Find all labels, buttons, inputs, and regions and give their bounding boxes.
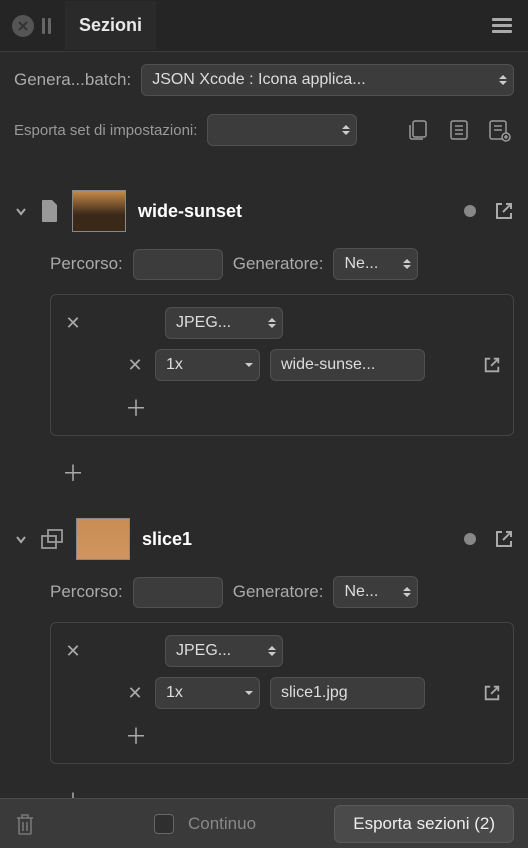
filename-input[interactable]: [270, 677, 425, 709]
format-select[interactable]: JPEG...: [165, 307, 283, 339]
settings-preset-2-icon[interactable]: [444, 115, 474, 145]
tab-sections[interactable]: Sezioni: [65, 1, 156, 50]
scale-value: 1x: [166, 684, 183, 702]
generator-value: Ne...: [344, 583, 378, 601]
path-label: Percorso:: [50, 254, 123, 274]
filename-input[interactable]: [270, 349, 425, 381]
slice-title: wide-sunset: [138, 201, 242, 222]
batch-label: Genera...batch:: [14, 70, 131, 90]
settings-preset-add-icon[interactable]: [484, 115, 514, 145]
status-dot-icon: [464, 205, 476, 217]
export-settings-label: Esporta set di impostazioni:: [14, 122, 197, 139]
format-value: JPEG...: [176, 314, 231, 332]
remove-format-button[interactable]: ✕: [63, 313, 83, 334]
export-settings-select[interactable]: [207, 114, 357, 146]
close-button[interactable]: [12, 15, 34, 37]
generator-label: Generatore:: [233, 582, 324, 602]
settings-preset-1-icon[interactable]: [404, 115, 434, 145]
external-link-icon[interactable]: [483, 356, 501, 374]
slice-thumbnail[interactable]: [72, 190, 126, 232]
external-link-icon[interactable]: [483, 684, 501, 702]
remove-scale-button[interactable]: ✕: [125, 355, 145, 376]
path-input[interactable]: [133, 249, 223, 280]
generator-label: Generatore:: [233, 254, 324, 274]
scale-select[interactable]: 1x: [155, 349, 260, 381]
chevron-updown-icon: [403, 259, 411, 269]
pause-icon: [42, 18, 51, 34]
chevron-updown-icon: [342, 125, 350, 135]
chevron-updown-icon: [268, 318, 276, 328]
trash-icon[interactable]: [14, 812, 36, 836]
remove-format-button[interactable]: ✕: [63, 641, 83, 662]
path-label: Percorso:: [50, 582, 123, 602]
generator-select[interactable]: Ne...: [333, 248, 418, 280]
chevron-down-icon: [245, 691, 253, 695]
external-link-icon[interactable]: [494, 201, 514, 221]
chevron-updown-icon: [499, 75, 507, 85]
batch-generator-select[interactable]: JSON Xcode : Icona applica...: [141, 64, 514, 96]
generator-value: Ne...: [344, 255, 378, 273]
stack-icon: [40, 528, 64, 550]
disclosure-toggle[interactable]: [14, 204, 28, 218]
continuous-checkbox[interactable]: [154, 814, 174, 834]
disclosure-toggle[interactable]: [14, 532, 28, 546]
export-sections-button[interactable]: Esporta sezioni (2): [334, 805, 514, 843]
slice-thumbnail[interactable]: [76, 518, 130, 560]
batch-generator-value: JSON Xcode : Icona applica...: [152, 71, 365, 89]
remove-scale-button[interactable]: ✕: [125, 683, 145, 704]
chevron-down-icon: [245, 363, 253, 367]
add-format-button[interactable]: ＋: [62, 456, 82, 488]
chevron-updown-icon: [268, 646, 276, 656]
continuous-label: Continuo: [188, 814, 256, 834]
scale-select[interactable]: 1x: [155, 677, 260, 709]
scale-value: 1x: [166, 356, 183, 374]
format-select[interactable]: JPEG...: [165, 635, 283, 667]
slice-title: slice1: [142, 529, 192, 550]
menu-button[interactable]: [488, 14, 516, 37]
document-icon: [40, 199, 60, 223]
path-input[interactable]: [133, 577, 223, 608]
external-link-icon[interactable]: [494, 529, 514, 549]
generator-select[interactable]: Ne...: [333, 576, 418, 608]
chevron-updown-icon: [403, 587, 411, 597]
add-scale-button[interactable]: ＋: [125, 719, 145, 751]
add-scale-button[interactable]: ＋: [125, 391, 145, 423]
format-value: JPEG...: [176, 642, 231, 660]
status-dot-icon: [464, 533, 476, 545]
